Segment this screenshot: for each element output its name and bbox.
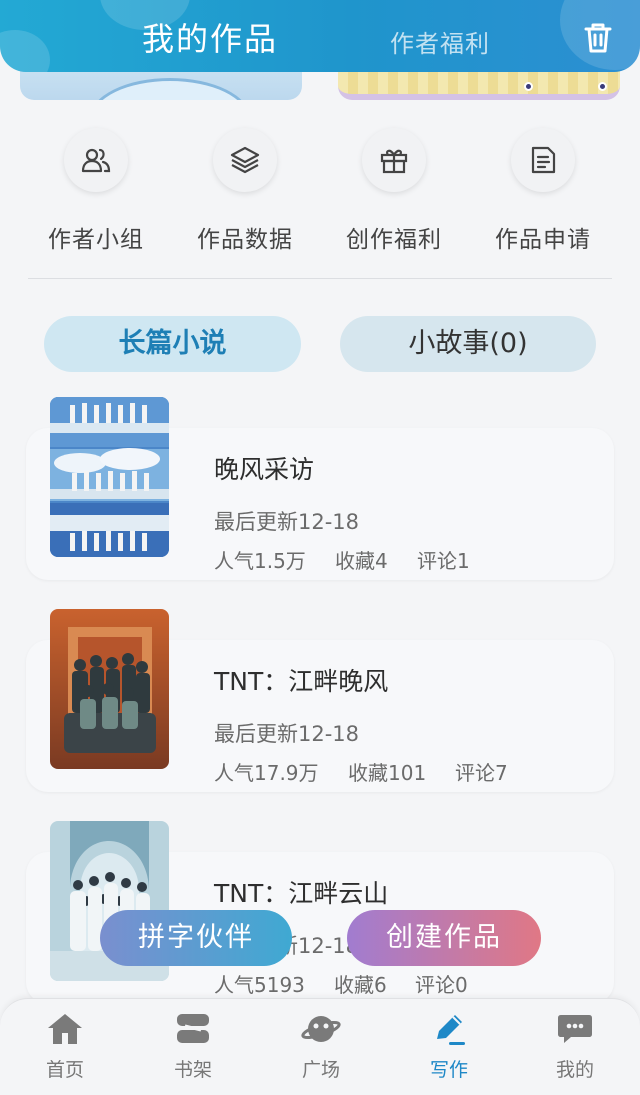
work-favorites: 收藏6 <box>334 973 387 997</box>
nav-label: 我的 <box>555 1059 594 1081</box>
banner-decoration <box>90 78 250 100</box>
nav-label: 写作 <box>429 1059 468 1081</box>
work-popularity: 人气17.9万 <box>214 761 319 785</box>
menu-item-work-application[interactable]: 作品申请 <box>468 128 618 258</box>
work-updated: 最后更新12-18 <box>214 510 360 534</box>
menu-item-author-group[interactable]: 作者小组 <box>21 128 171 258</box>
nav-item-write[interactable]: 写作 <box>385 1011 513 1091</box>
nav-item-bookshelf[interactable]: 书架 <box>129 1011 257 1091</box>
work-popularity: 人气1.5万 <box>214 549 306 573</box>
work-comments: 评论0 <box>415 973 468 997</box>
chat-icon <box>558 1015 592 1043</box>
nav-label: 首页 <box>45 1059 84 1081</box>
quick-menu: 作者小组 作品数据 创作福利 作品申请 <box>0 128 640 268</box>
menu-item-label: 作者小组 <box>48 227 144 253</box>
trash-icon[interactable] <box>578 18 618 58</box>
bookshelf-icon <box>177 1014 209 1043</box>
nav-label: 书架 <box>173 1059 212 1081</box>
top-header: 我的作品 作者福利 <box>0 0 640 72</box>
nav-item-home[interactable]: 首页 <box>1 1011 129 1091</box>
header-decoration <box>0 30 50 72</box>
layers-icon <box>213 128 277 192</box>
work-popularity: 人气5193 <box>214 973 305 997</box>
work-title: 晚风采访 <box>214 455 315 484</box>
work-favorites: 收藏4 <box>335 549 388 573</box>
pen-icon <box>437 1015 465 1045</box>
menu-item-creation-benefits[interactable]: 创作福利 <box>319 128 469 258</box>
document-icon <box>511 128 575 192</box>
tab-short-story[interactable]: 小故事(0) <box>340 316 596 372</box>
nav-item-plaza[interactable]: 广场 <box>257 1011 385 1091</box>
work-cover[interactable] <box>50 397 169 557</box>
partner-button[interactable]: 拼字伙伴 <box>100 910 292 966</box>
gift-icon <box>362 128 426 192</box>
menu-item-label: 作品申请 <box>495 227 591 253</box>
banner-dot <box>598 82 607 91</box>
menu-item-label: 创作福利 <box>346 227 442 253</box>
work-comments: 评论1 <box>417 549 470 573</box>
work-title: TNT：江畔云山 <box>214 879 389 908</box>
menu-item-label: 作品数据 <box>197 227 293 253</box>
work-title: TNT：江畔晚风 <box>214 667 389 696</box>
work-updated: 最后更新12-18 <box>214 722 360 746</box>
create-work-button[interactable]: 创建作品 <box>347 910 541 966</box>
tab-long-novel[interactable]: 长篇小说 <box>44 316 301 372</box>
home-icon <box>48 1014 82 1044</box>
nav-item-mine[interactable]: 我的 <box>511 1011 639 1091</box>
work-favorites: 收藏101 <box>348 761 427 785</box>
bottom-nav: 首页 书架 广场 写作 我的 <box>0 998 640 1095</box>
tab-author-benefits[interactable]: 作者福利 <box>390 24 490 59</box>
banner-dot <box>524 82 533 91</box>
menu-item-work-data[interactable]: 作品数据 <box>170 128 320 258</box>
users-icon <box>64 128 128 192</box>
nav-label: 广场 <box>301 1059 340 1081</box>
work-comments: 评论7 <box>455 761 508 785</box>
planet-icon <box>301 1016 341 1042</box>
page-title[interactable]: 我的作品 <box>142 14 278 60</box>
divider <box>28 278 612 279</box>
work-cover[interactable] <box>50 609 169 769</box>
